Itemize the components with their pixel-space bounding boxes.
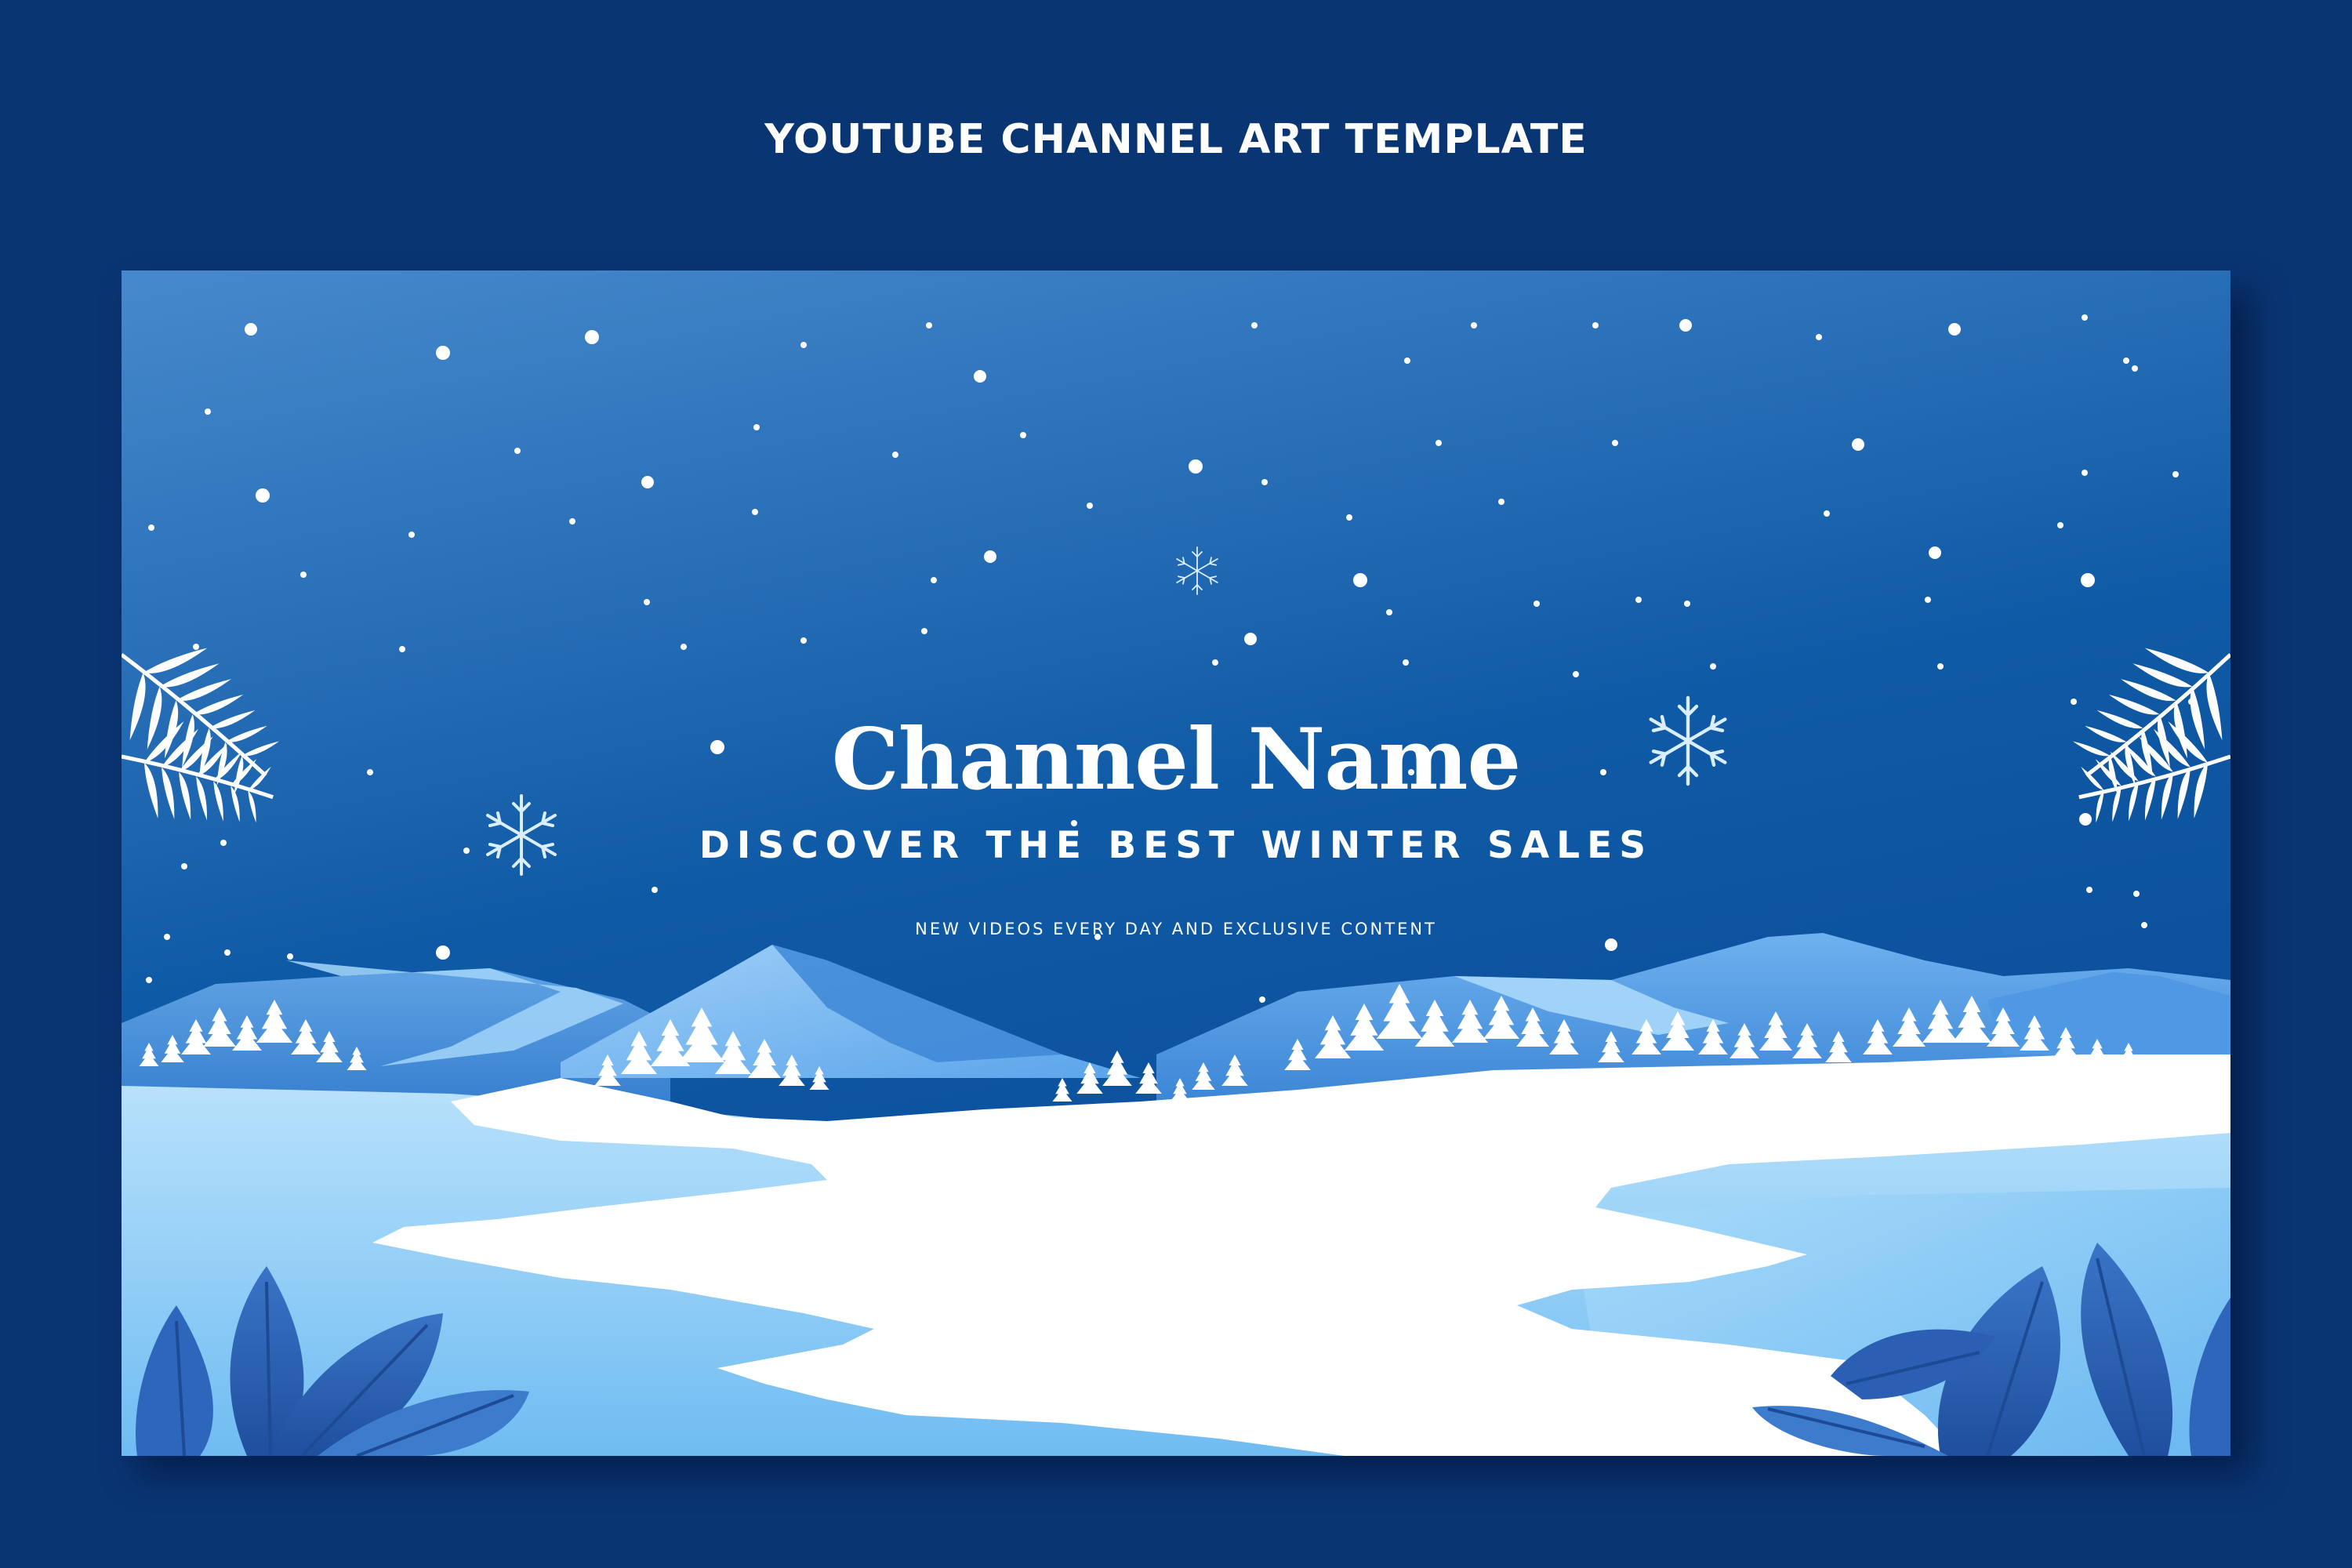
subline: NEW VIDEOS EVERY DAY AND EXCLUSIVE CONTE… [915,920,1437,938]
channel-name: Channel Name [831,710,1522,809]
page-title: YOUTUBE CHANNEL ART TEMPLATE [764,116,1588,163]
channel-art-banner: Channel Name DISCOVER THE BEST WINTER SA… [122,270,2230,1456]
tagline: DISCOVER THE BEST WINTER SALES [699,824,1653,867]
